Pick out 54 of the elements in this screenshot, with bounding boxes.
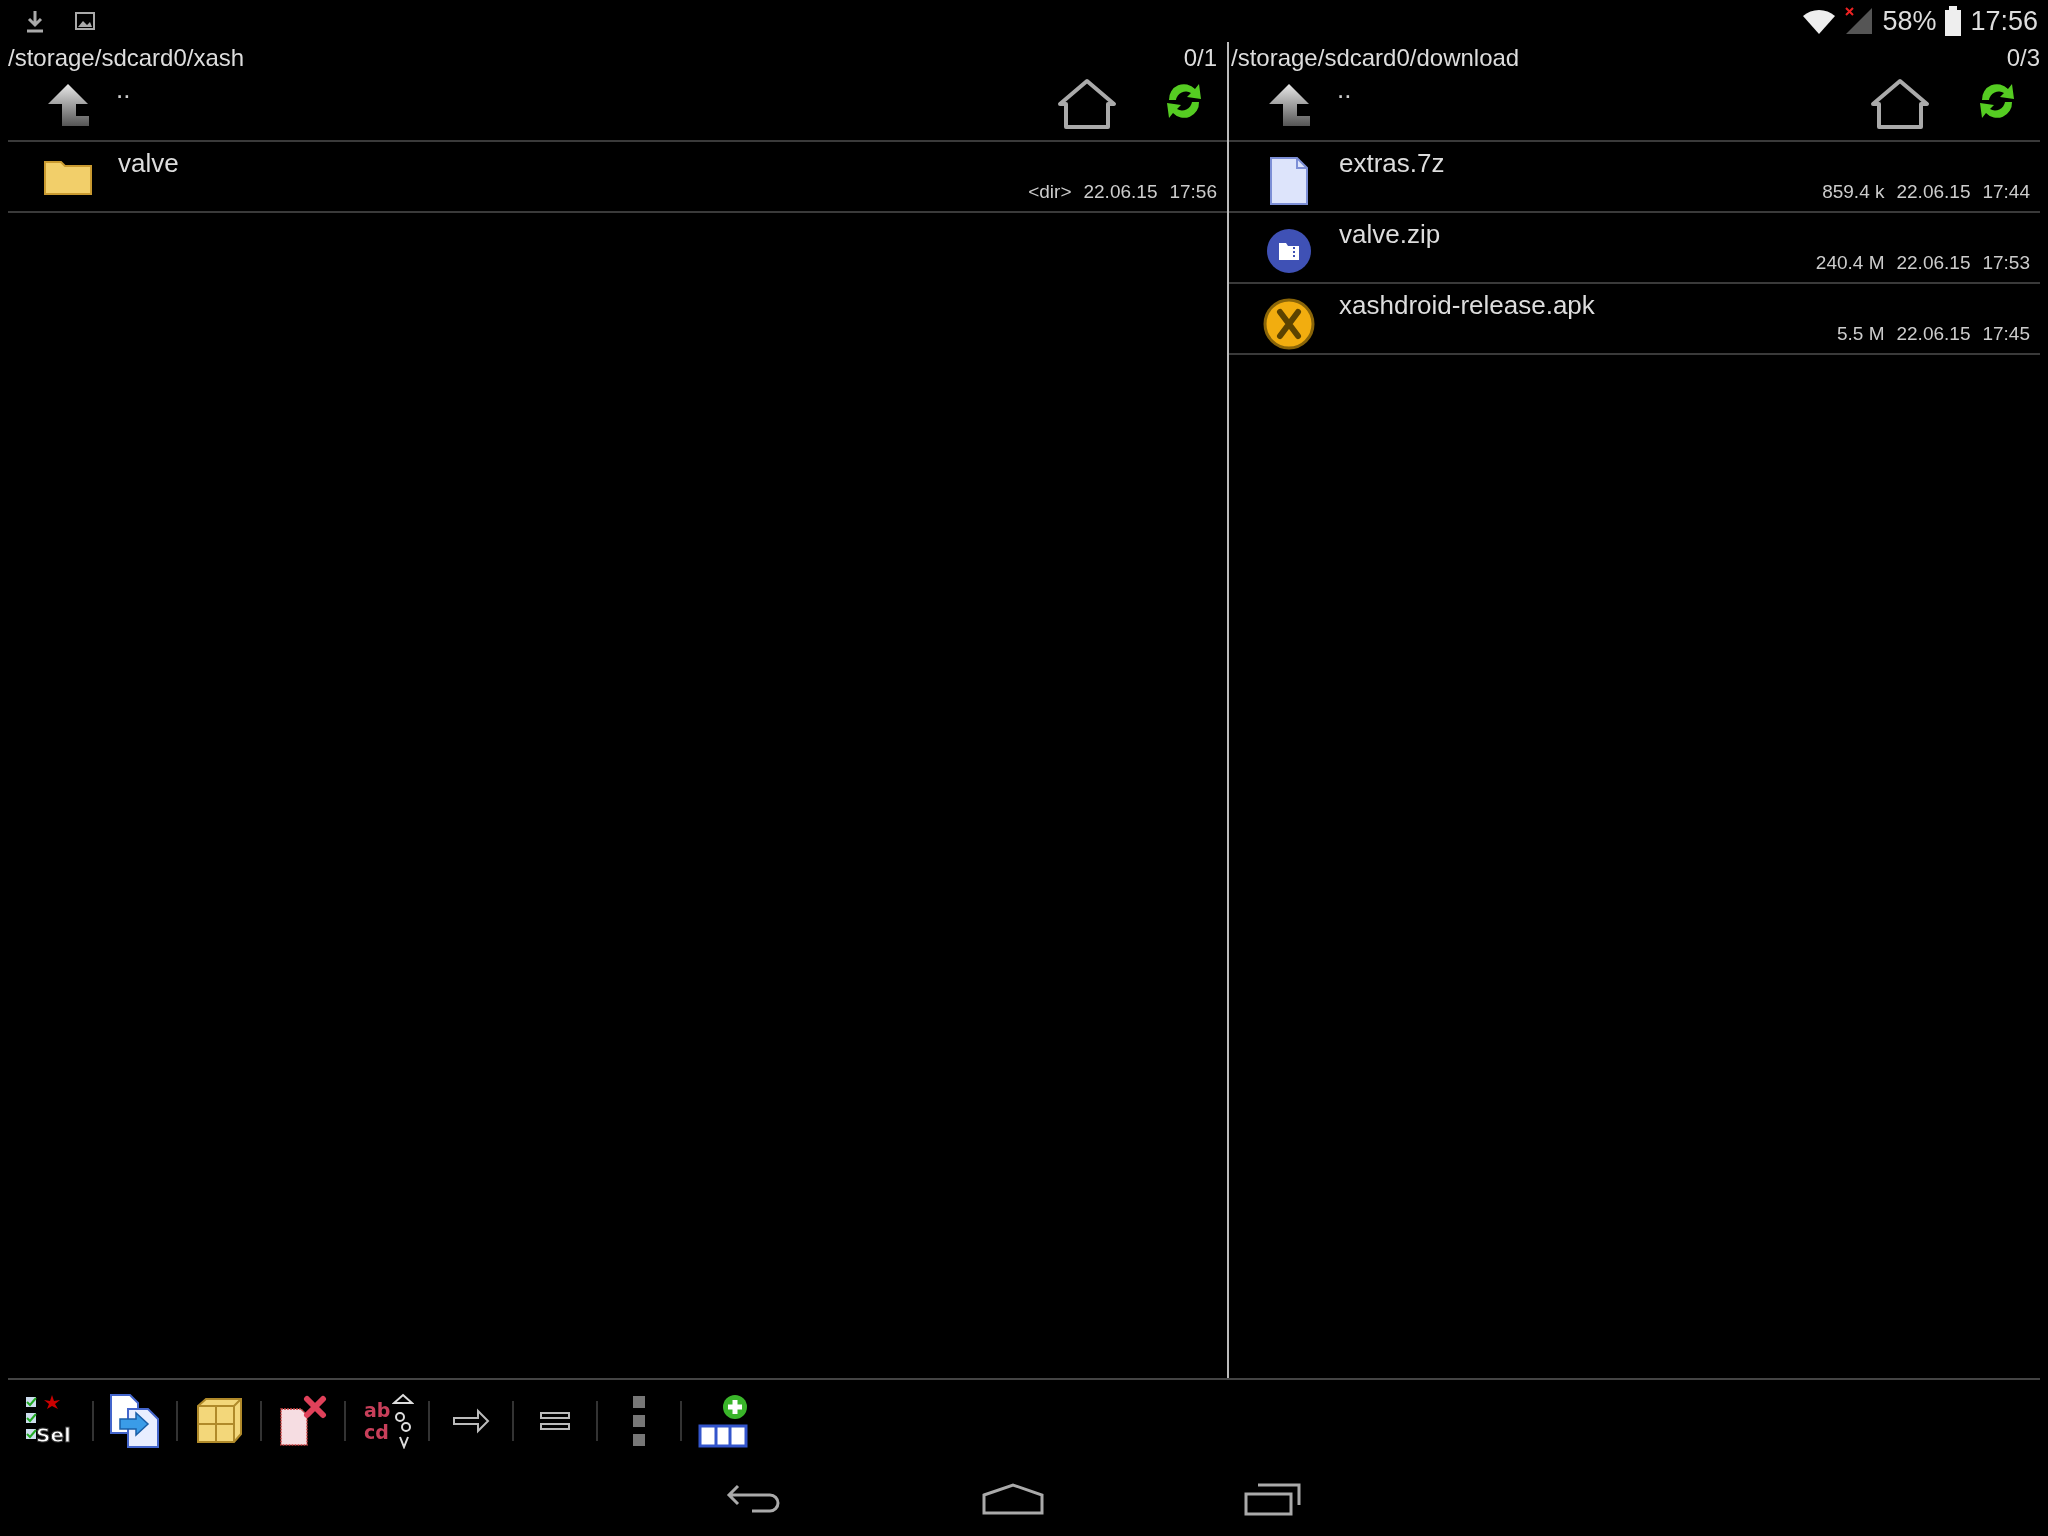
battery-percent: 58% xyxy=(1882,5,1937,37)
file-date: 22.06.15 xyxy=(1896,323,1971,345)
home-nav-icon[interactable] xyxy=(982,1483,1044,1515)
file-date: 22.06.15 xyxy=(1896,181,1971,203)
select-label: Sel xyxy=(36,1423,71,1447)
equal-icon xyxy=(540,1411,570,1431)
parent-folder-item[interactable]: .. xyxy=(108,74,131,105)
overflow-menu-icon xyxy=(632,1395,646,1447)
wifi-icon xyxy=(1802,7,1837,35)
file-date: 22.06.15 xyxy=(1896,252,1971,274)
file-name: xashdroid-release.apk xyxy=(1338,289,1595,321)
download-icon xyxy=(24,9,46,33)
file-size: 240.4 M xyxy=(1815,252,1885,274)
image-icon xyxy=(74,11,96,31)
delete-file-icon xyxy=(277,1395,329,1447)
file-row[interactable]: valve.zip 240.4 M 22.06.15 17:53 xyxy=(1229,213,2040,284)
rename-label: cd xyxy=(364,1423,389,1442)
file-time: 17:53 xyxy=(1982,252,2030,274)
recent-apps-icon[interactable] xyxy=(1244,1482,1302,1516)
parent-folder-item[interactable]: .. xyxy=(1329,74,1352,105)
copy-icon xyxy=(108,1393,162,1449)
add-panel-icon xyxy=(698,1394,748,1448)
clock: 17:56 xyxy=(1970,5,2038,37)
file-row[interactable]: extras.7z 859.4 k 22.06.15 17:44 xyxy=(1229,142,2040,213)
file-name: valve.zip xyxy=(1338,218,1441,250)
archive-icon xyxy=(1265,227,1313,275)
file-row[interactable]: valve <dir> 22.06.15 17:56 xyxy=(8,142,1227,213)
file-name: extras.7z xyxy=(1338,147,1445,179)
file-date: 22.06.15 xyxy=(1083,181,1158,203)
file-name: valve xyxy=(117,147,179,179)
no-signal-icon xyxy=(1844,6,1875,36)
selection-count: 0/1 xyxy=(1183,44,1217,72)
file-size: <dir> xyxy=(1028,181,1072,203)
selection-count: 0/3 xyxy=(2006,44,2040,72)
battery-icon xyxy=(1944,6,1963,36)
home-icon[interactable] xyxy=(1870,78,1930,130)
path-label: /storage/sdcard0/xash xyxy=(8,44,245,72)
back-icon[interactable] xyxy=(726,1482,782,1516)
right-arrow-icon xyxy=(452,1408,490,1434)
rename-arrow-icon xyxy=(392,1393,414,1449)
file-size: 859.4 k xyxy=(1822,181,1885,203)
path-label: /storage/sdcard0/download xyxy=(1231,44,1520,72)
rename-button[interactable]: ab cd xyxy=(358,1391,416,1451)
select-button[interactable]: Sel xyxy=(22,1391,80,1451)
file-time: 17:45 xyxy=(1982,323,2030,345)
file-row[interactable]: xashdroid-release.apk 5.5 M 22.06.15 17:45 xyxy=(1229,284,2040,355)
document-icon xyxy=(1269,156,1309,206)
file-time: 17:44 xyxy=(1982,181,2030,203)
app-icon xyxy=(1263,298,1315,350)
home-icon[interactable] xyxy=(1057,78,1117,130)
file-size: 5.5 M xyxy=(1836,323,1885,345)
rename-label: ab xyxy=(364,1401,391,1420)
box-icon xyxy=(194,1396,244,1446)
file-time: 17:56 xyxy=(1169,181,1217,203)
